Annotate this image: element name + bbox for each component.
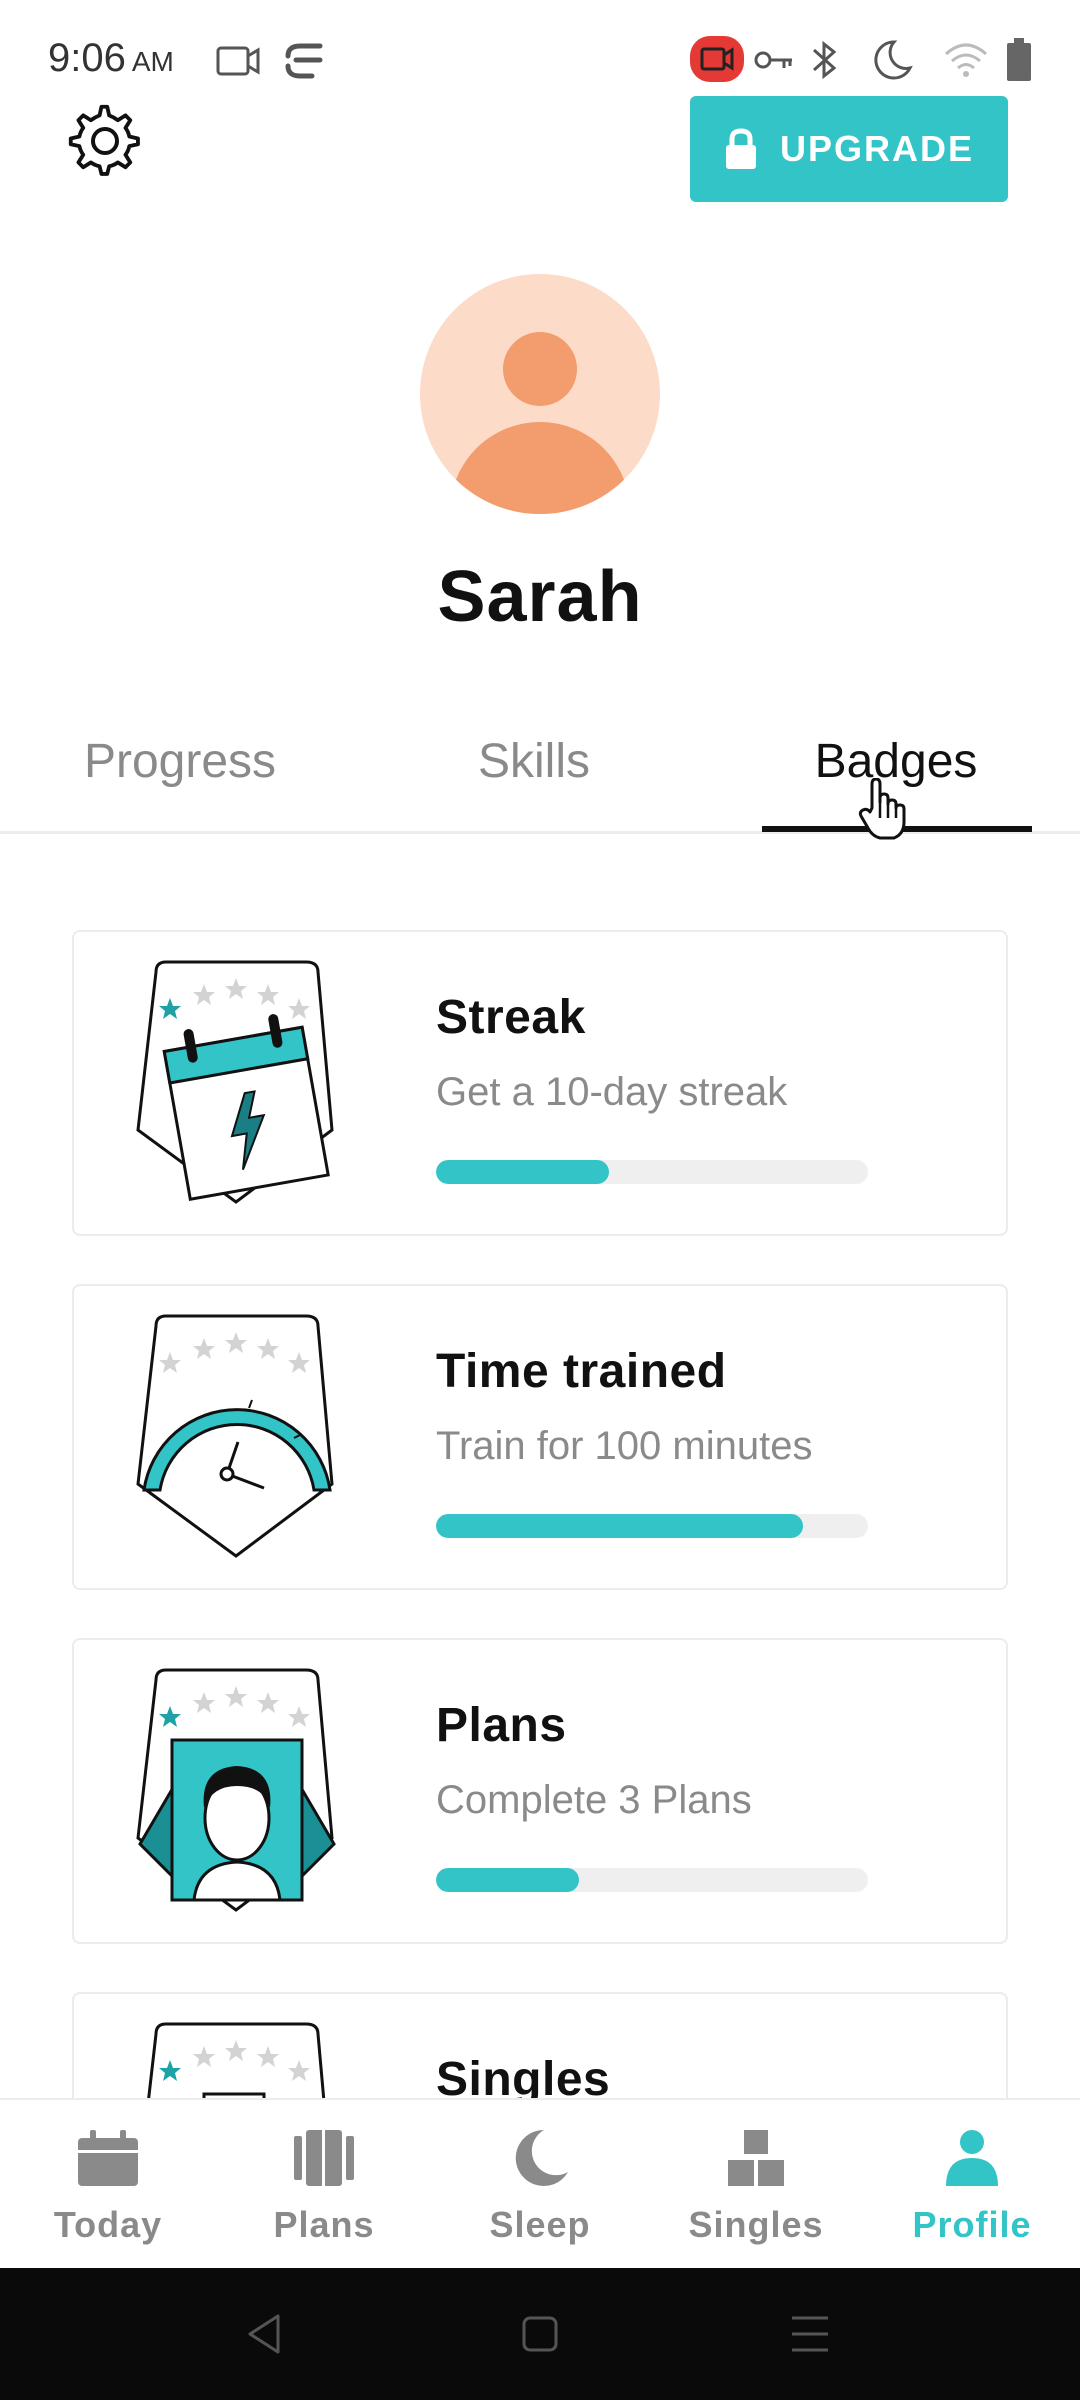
nav-label: Today	[53, 2204, 163, 2245]
status-bar: 9:06 AM	[0, 0, 1080, 92]
blocks-icon	[728, 2130, 784, 2186]
tab-skills[interactable]: Skills	[414, 734, 654, 789]
profile-tabs: Progress Skills Badges	[0, 720, 1080, 834]
person-icon	[946, 2130, 998, 2186]
badge-progress-bar	[436, 1514, 868, 1538]
calendar-bolt-icon	[136, 960, 334, 1204]
badge-description: Get a 10-day streak	[436, 1070, 788, 1114]
menu-icon[interactable]	[790, 2312, 830, 2356]
badge-description: Complete 3 Plans	[436, 1778, 752, 1822]
avatar-head	[503, 332, 577, 406]
badge-title: Streak	[436, 991, 586, 1044]
badge-card-streak[interactable]: Streak Get a 10-day streak	[72, 930, 1008, 1236]
nav-item-plans[interactable]: Plans	[216, 2100, 432, 2270]
hand-cursor-icon	[858, 778, 906, 840]
video-icon	[216, 46, 260, 76]
bottom-nav: Today Plans Sleep Singles Profile	[0, 2098, 1080, 2268]
nav-label: Singles	[688, 2204, 824, 2245]
nav-item-sleep[interactable]: Sleep	[432, 2100, 648, 2270]
link-icon	[285, 43, 323, 79]
system-nav-bar	[0, 2268, 1080, 2400]
lock-icon	[725, 128, 756, 169]
plans-icon	[294, 2130, 354, 2186]
nav-label: Plans	[273, 2204, 375, 2245]
upgrade-label: UPGRADE	[779, 128, 975, 169]
moon-icon	[515, 2129, 568, 2186]
badge-progress-bar	[436, 1160, 868, 1184]
nav-label: Profile	[912, 2204, 1032, 2245]
clock-icon	[136, 1314, 334, 1558]
tab-progress[interactable]: Progress	[60, 734, 300, 789]
badge-title: Singles	[436, 2053, 611, 2098]
wifi-icon	[944, 43, 988, 77]
avatar-body	[450, 422, 630, 514]
home-icon[interactable]	[520, 2312, 560, 2356]
badge-progress-bar	[436, 1868, 868, 1892]
nav-item-today[interactable]: Today	[0, 2100, 216, 2270]
singles-icon	[147, 2022, 326, 2098]
badge-card-plans[interactable]: Plans Complete 3 Plans	[72, 1638, 1008, 1944]
nav-item-profile[interactable]: Profile	[864, 2100, 1080, 2270]
badge-description: Train for 100 minutes	[436, 1424, 813, 1468]
badge-card-time-trained[interactable]: Time trained Train for 100 minutes	[72, 1284, 1008, 1590]
profile-name: Sarah	[437, 557, 643, 637]
nav-label: Sleep	[489, 2204, 591, 2245]
gear-icon	[68, 104, 140, 176]
avatar[interactable]	[420, 274, 660, 514]
nav-item-singles[interactable]: Singles	[648, 2100, 864, 2270]
badge-title: Plans	[436, 1699, 567, 1752]
bluetooth-icon	[812, 40, 837, 80]
status-time: 9:06 AM	[48, 36, 174, 80]
screen-record-icon	[690, 36, 744, 82]
settings-button[interactable]	[68, 104, 144, 180]
battery-icon	[1007, 38, 1031, 81]
calendar-icon	[78, 2130, 138, 2186]
plans-face-icon	[136, 1668, 336, 1912]
key-icon	[754, 51, 792, 69]
badge-card-singles[interactable]: Singles	[72, 1992, 1008, 2098]
moon-icon	[874, 40, 913, 80]
badge-title: Time trained	[436, 1345, 727, 1398]
upgrade-button[interactable]: UPGRADE	[690, 96, 1008, 202]
badge-list[interactable]: Streak Get a 10-day streak Time trained …	[0, 880, 1080, 2098]
back-icon[interactable]	[244, 2312, 284, 2356]
